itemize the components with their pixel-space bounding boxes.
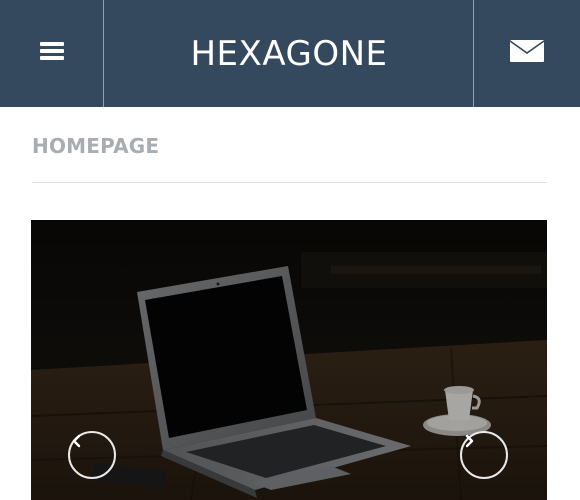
mail-button[interactable] — [473, 0, 580, 107]
slider-prev-button[interactable] — [68, 431, 116, 479]
image-slider[interactable] — [31, 220, 547, 500]
site-title[interactable]: HEXAGONE — [105, 0, 473, 107]
slider-next-button[interactable] — [460, 431, 508, 479]
heading-divider — [32, 182, 547, 183]
page-heading: HOMEPAGE — [32, 134, 160, 158]
menu-button[interactable] — [0, 0, 104, 107]
envelope-icon — [509, 39, 545, 68]
hamburger-menu-icon — [39, 40, 65, 67]
top-navigation-bar: HEXAGONE — [0, 0, 580, 107]
